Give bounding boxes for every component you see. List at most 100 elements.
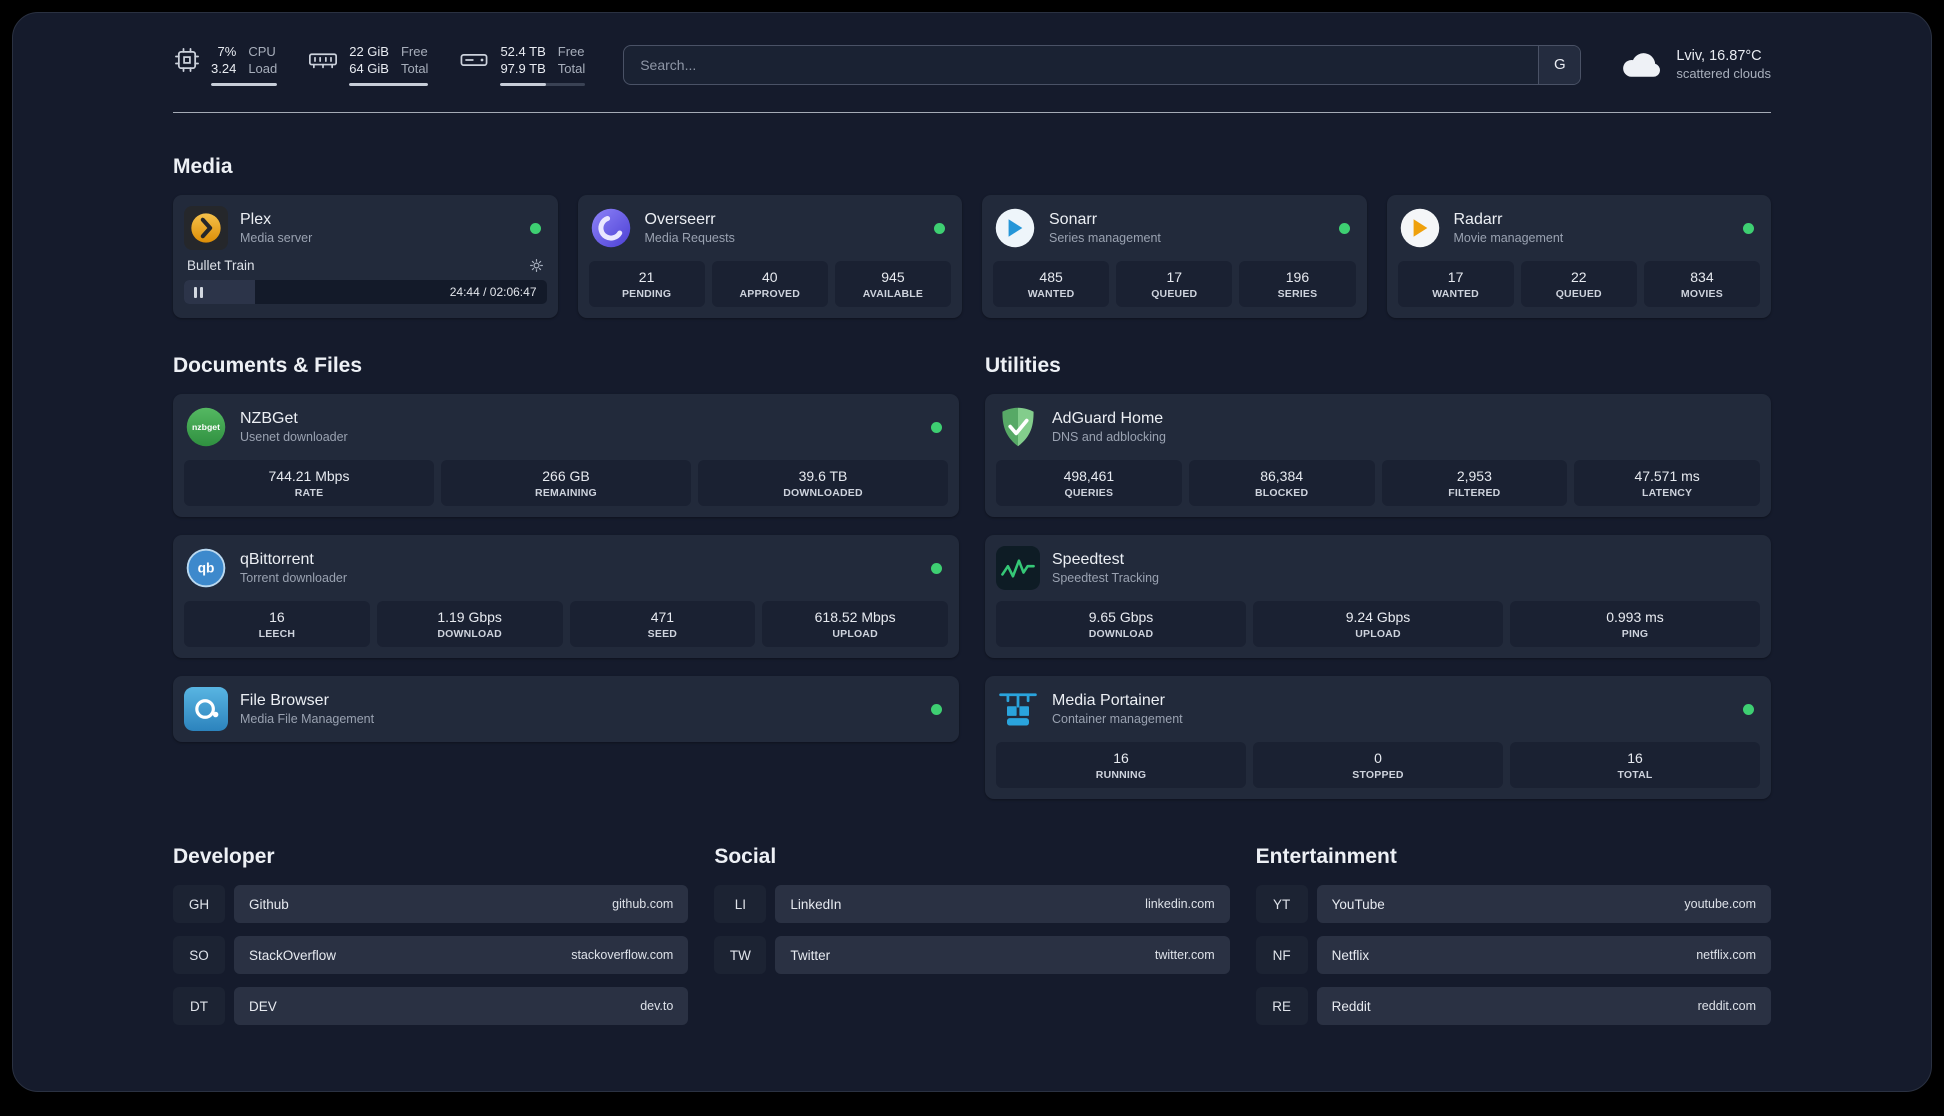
bookmark-dev[interactable]: DT DEV dev.to: [173, 987, 689, 1025]
filebrowser-service-link[interactable]: File Browser Media File Management: [184, 687, 948, 731]
service-card-radarr: Radarr Movie management 17 WANTED 22 QUEUE…: [1386, 195, 1771, 318]
adguard-service-link[interactable]: AdGuard Home DNS and adblocking: [996, 405, 1760, 449]
cpu-widget: 7% 3.24 CPU Load: [173, 43, 278, 86]
service-name: Speedtest: [1052, 551, 1125, 568]
gear-icon[interactable]: [529, 258, 544, 273]
disk-usage-bar: [500, 83, 586, 86]
topbar-divider: [173, 112, 1771, 113]
nzbget-service-link[interactable]: nzbget NZBGet Usenet downloader: [184, 405, 948, 449]
svg-text:nzbget: nzbget: [192, 422, 220, 432]
stat-tile: 47.571 ms LATENCY: [1574, 460, 1760, 506]
service-subtitle: Torrent downloader: [240, 571, 348, 585]
overseerr-service-link[interactable]: Overseerr Media Requests: [589, 206, 952, 250]
disk-total-value: 97.9 TB: [500, 61, 546, 76]
now-playing-title: Bullet Train: [187, 258, 255, 273]
stat-tile: 2,953 FILTERED: [1381, 460, 1568, 506]
portainer-service-link[interactable]: Media Portainer Container management: [996, 687, 1760, 731]
cpu-icon: [173, 46, 201, 74]
search-input[interactable]: [624, 45, 1539, 84]
radarr-service-link[interactable]: Radarr Movie management: [1398, 206, 1761, 250]
section-title-documents: Documents & Files: [173, 354, 363, 377]
section-title-developer: Developer: [173, 845, 275, 868]
stat-tile: 16 TOTAL: [1510, 742, 1760, 788]
bookmark-abbr: SO: [173, 936, 225, 974]
service-subtitle: Usenet downloader: [240, 430, 348, 444]
cpu-usage-bar: [211, 83, 278, 86]
qbittorrent-icon: qb: [184, 546, 228, 590]
disk-free-label: Free: [557, 44, 585, 59]
overseerr-icon: [589, 206, 633, 250]
service-name: AdGuard Home: [1052, 410, 1164, 427]
disk-free-value: 52.4 TB: [500, 44, 546, 59]
status-dot: [1743, 703, 1754, 715]
bookmark-group-developer: Developer GH Github github.com SO StackOv…: [173, 845, 689, 1038]
bookmark-linkedin[interactable]: LI LinkedIn linkedin.com: [714, 885, 1230, 923]
speedtest-service-link[interactable]: Speedtest Speedtest Tracking: [996, 546, 1760, 590]
cpu-load-label: Load: [248, 61, 278, 76]
pause-icon[interactable]: [194, 286, 203, 298]
stat-tile: 0.993 ms PING: [1510, 601, 1760, 647]
service-name: Media Portainer: [1052, 692, 1165, 709]
sonarr-icon: [993, 206, 1037, 250]
service-name: qBittorrent: [240, 551, 314, 568]
service-card-adguard: AdGuard Home DNS and adblocking 498,461 Q…: [985, 394, 1771, 517]
qbittorrent-service-link[interactable]: qb qBittorrent Torrent downloader: [184, 546, 948, 590]
stat-tile: 21 PENDING: [588, 261, 705, 307]
speedtest-icon: [996, 546, 1040, 590]
status-dot: [529, 222, 541, 234]
memory-widget: 22 GiB 64 GiB Free Total: [307, 43, 429, 86]
bookmark-abbr: TW: [714, 936, 767, 974]
service-subtitle: Speedtest Tracking: [1052, 571, 1160, 585]
bookmark-abbr: NF: [1255, 936, 1308, 974]
bookmark-abbr: RE: [1255, 987, 1308, 1025]
stat-tile: 0 STOPPED: [1253, 742, 1503, 788]
bookmark-netflix[interactable]: NF Netflix netflix.com: [1255, 936, 1771, 974]
nzbget-icon: nzbget: [184, 405, 228, 449]
section-title-utilities: Utilities: [985, 354, 1061, 377]
bookmark-github[interactable]: GH Github github.com: [173, 885, 689, 923]
dashboard-root: 7% 3.24 CPU Load 22 GiB 64 GiB Free Tota…: [12, 12, 1932, 1092]
service-subtitle: Movie management: [1453, 231, 1564, 245]
playback-progress-bar[interactable]: 24:44 / 02:06:47: [184, 280, 547, 304]
service-subtitle: Container management: [1052, 712, 1183, 726]
service-card-sonarr: Sonarr Series management 485 WANTED 17 QUE…: [982, 195, 1367, 318]
service-subtitle: Series management: [1049, 231, 1161, 245]
plex-now-playing-widget: Bullet Train 24:44 / 02:06:47: [184, 258, 547, 304]
disk-widget: 52.4 TB 97.9 TB Free Total: [458, 43, 586, 86]
stat-tile: 39.6 TB DOWNLOADED: [698, 460, 948, 506]
stat-tile: 196 SERIES: [1239, 261, 1356, 307]
topbar: 7% 3.24 CPU Load 22 GiB 64 GiB Free Tota…: [173, 43, 1771, 86]
status-dot: [931, 562, 942, 574]
stat-tile: 9.24 Gbps UPLOAD: [1253, 601, 1503, 647]
stat-tile: 9.65 Gbps DOWNLOAD: [996, 601, 1246, 647]
bookmark-youtube[interactable]: YT YouTube youtube.com: [1255, 885, 1771, 923]
service-subtitle: Media File Management: [240, 712, 375, 726]
bookmark-abbr: GH: [173, 885, 225, 923]
status-dot: [931, 703, 942, 715]
search-provider-button[interactable]: G: [1538, 45, 1581, 84]
stat-tile: 17 QUEUED: [1116, 261, 1233, 307]
status-dot: [934, 222, 945, 234]
bookmark-abbr: LI: [714, 885, 767, 923]
stat-tile: 1.19 Gbps DOWNLOAD: [376, 601, 563, 647]
sonarr-service-link[interactable]: Sonarr Series management: [993, 206, 1356, 250]
stat-tile: 498,461 QUERIES: [996, 460, 1182, 506]
playback-time: 24:44 / 02:06:47: [449, 285, 537, 299]
bookmark-abbr: YT: [1255, 885, 1308, 923]
bookmark-stackoverflow[interactable]: SO StackOverflow stackoverflow.com: [173, 936, 689, 974]
section-title-entertainment: Entertainment: [1255, 845, 1397, 868]
service-subtitle: Media server: [240, 231, 313, 245]
memory-usage-bar: [349, 83, 429, 86]
bookmark-reddit[interactable]: RE Reddit reddit.com: [1255, 987, 1771, 1025]
stat-tile: 485 WANTED: [993, 261, 1110, 307]
stat-tile: 86,384 BLOCKED: [1188, 460, 1375, 506]
service-subtitle: DNS and adblocking: [1052, 430, 1166, 444]
disk-icon: [458, 46, 490, 74]
bookmark-abbr: DT: [173, 987, 225, 1025]
service-name: Radarr: [1453, 211, 1503, 228]
plex-icon: [184, 206, 228, 250]
stat-tile: 834 MOVIES: [1643, 261, 1761, 307]
plex-service-link[interactable]: Plex Media server: [184, 206, 547, 250]
stat-tile: 945 AVAILABLE: [834, 261, 952, 307]
bookmark-twitter[interactable]: TW Twitter twitter.com: [714, 936, 1230, 974]
